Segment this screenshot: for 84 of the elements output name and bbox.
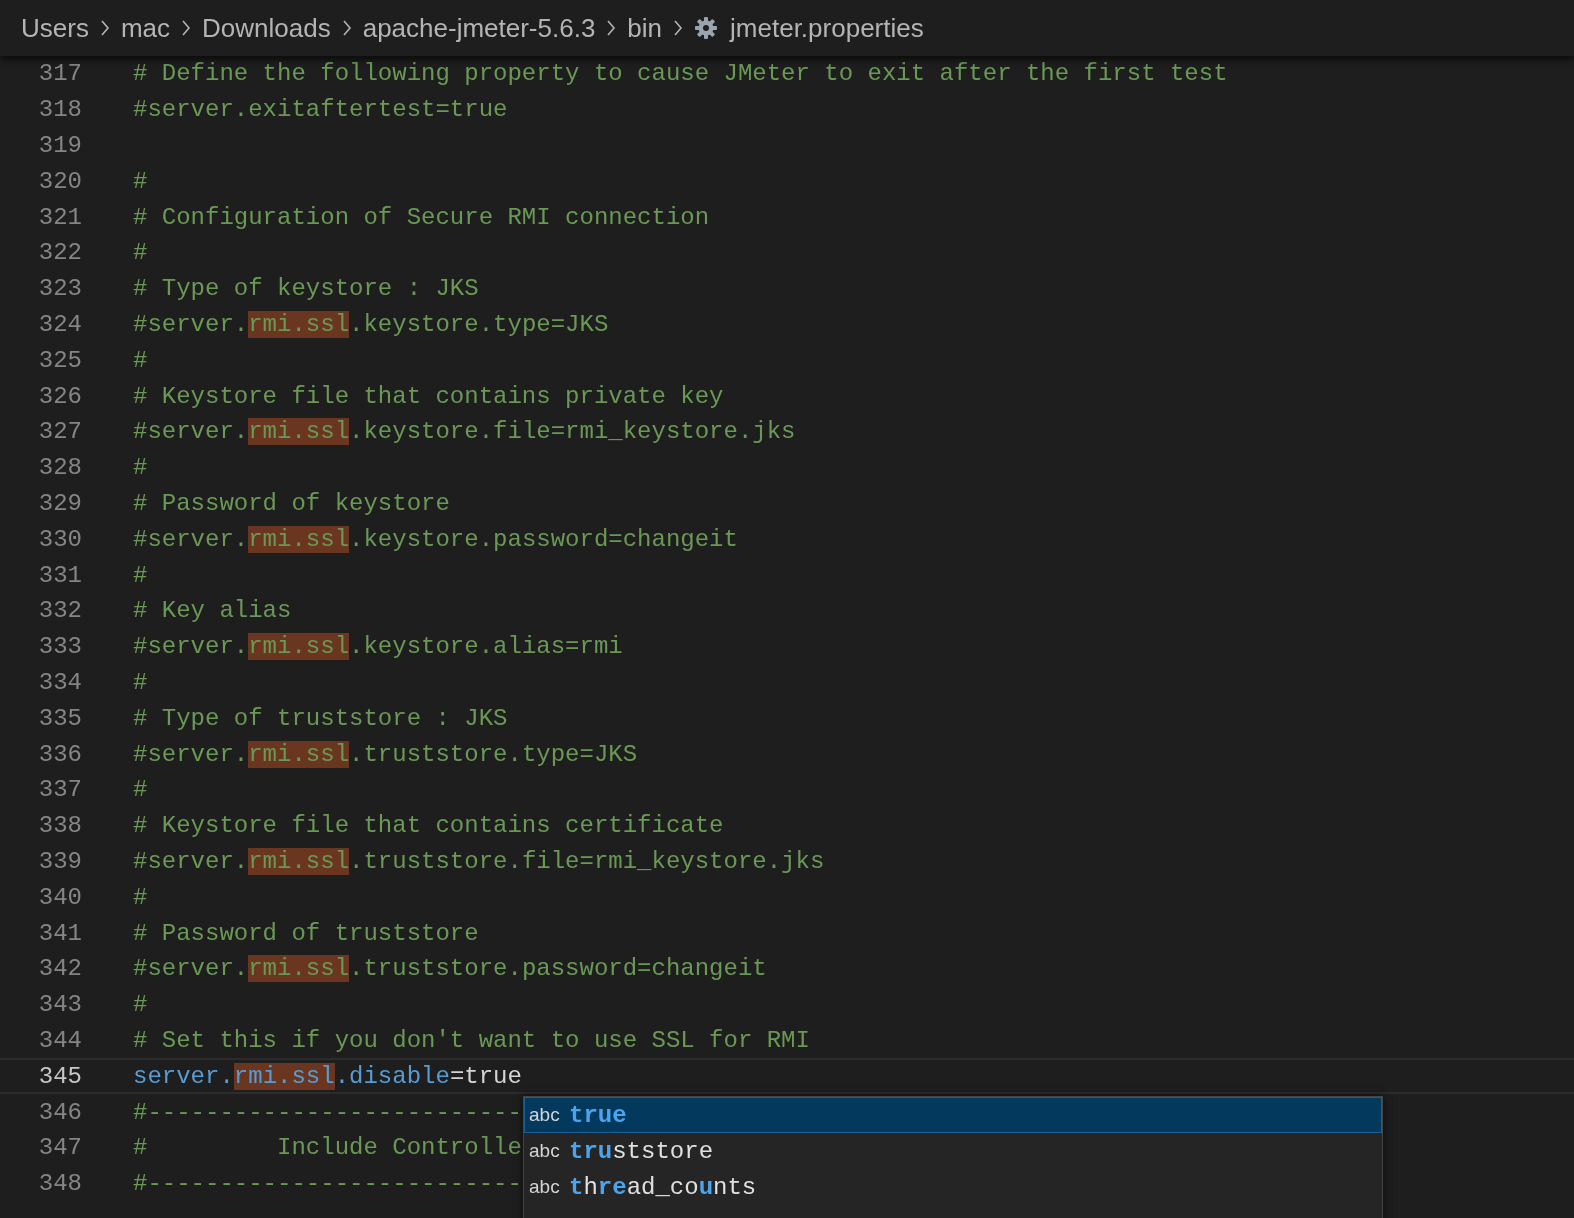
line-number: 325 — [37, 346, 82, 374]
code-line: # — [133, 561, 148, 589]
line-number: 320 — [37, 167, 82, 195]
breadcrumb-item[interactable]: bin — [627, 12, 663, 44]
code-line: # Key alias — [133, 597, 292, 625]
line-number: 334 — [37, 668, 82, 696]
code-line: # — [133, 883, 148, 911]
line-number: 346 — [37, 1098, 82, 1126]
code-line: #server.rmi.ssl.keystore.password=changeit — [133, 525, 738, 553]
suggestion-item[interactable]: abc truststore — [524, 1133, 1382, 1169]
suggestion-item[interactable]: abc true — [524, 1097, 1382, 1133]
code-line: server.rmi.ssl.disable=true — [133, 1062, 522, 1090]
code-line: #server.rmi.ssl.truststore.file=rmi_keystore.jks — [133, 847, 825, 875]
code-line: #-------------------------- — [133, 1098, 522, 1126]
code-line: # Set this if you don't want to use SSL for RMI — [133, 1026, 810, 1054]
code-line: # Password of keystore — [133, 489, 450, 517]
line-number: 335 — [37, 704, 82, 732]
code-line: #server.rmi.ssl.keystore.alias=rmi — [133, 633, 623, 661]
code-line: #server.rmi.ssl.truststore.password=changeit — [133, 955, 767, 983]
code-line: #server.rmi.ssl.keystore.type=JKS — [133, 310, 609, 338]
line-number: 322 — [37, 239, 82, 267]
chevron-icon — [180, 19, 193, 37]
chevron-icon — [98, 19, 111, 37]
line-number: 337 — [37, 776, 82, 804]
line-number: 328 — [37, 454, 82, 482]
suggestion-label: thread_counts — [569, 1173, 757, 1201]
chevron-icon — [340, 19, 353, 37]
code-line: # Configuration of Secure RMI connection — [133, 203, 710, 231]
code-line: # Define the following property to cause JMeter to exit after the first test — [133, 60, 1228, 88]
line-number: 342 — [37, 955, 82, 983]
code-line: #server.rmi.ssl.keystore.file=rmi_keystore.jks — [133, 418, 796, 446]
breadcrumb-item[interactable]: Downloads — [202, 12, 331, 44]
code-line: # — [133, 454, 148, 482]
code-line: # Include Controlle — [133, 1134, 522, 1162]
line-number: 327 — [37, 418, 82, 446]
line-number: 330 — [37, 525, 82, 553]
line-number: 329 — [37, 489, 82, 517]
line-number: 340 — [37, 883, 82, 911]
line-number: 317 — [37, 60, 82, 88]
line-number: 326 — [37, 382, 82, 410]
code-line: # — [133, 776, 148, 804]
chevron-icon — [672, 19, 685, 37]
line-number: 321 — [37, 203, 82, 231]
code-line: # Keystore file that contains certificate — [133, 812, 724, 840]
suggestion-label: truststore — [569, 1137, 714, 1165]
code-line: #-------------------------- — [133, 1170, 522, 1198]
gear-icon — [694, 16, 719, 40]
breadcrumb-item[interactable]: mac — [120, 12, 171, 44]
breadcrumb-item[interactable]: jmeter.properties — [730, 12, 924, 44]
code-line: # — [133, 239, 148, 267]
line-number: 341 — [37, 919, 82, 947]
line-number: 323 — [37, 275, 82, 303]
line-number: 333 — [37, 633, 82, 661]
suggestion-item[interactable]: abc thread_counts — [524, 1169, 1382, 1205]
line-number: 319 — [37, 132, 82, 159]
code-line: # Keystore file that contains private key — [133, 382, 724, 410]
line-number: 336 — [37, 740, 82, 768]
chevron-icon — [605, 19, 618, 37]
text-kind-label: abc — [529, 1104, 561, 1126]
line-number: 344 — [37, 1026, 82, 1054]
line-number: 348 — [37, 1170, 82, 1198]
text-kind-label: abc — [529, 1176, 561, 1198]
code-line: # — [133, 991, 148, 1019]
code-line: # — [133, 668, 148, 696]
breadcrumb-item[interactable]: apache-jmeter-5.6.3 — [362, 12, 596, 44]
code-line: # Type of truststore : JKS — [133, 704, 508, 732]
line-number: 347 — [37, 1134, 82, 1162]
line-number: 332 — [37, 597, 82, 625]
line-number: 345 — [37, 1062, 82, 1090]
text-kind-label: abc — [529, 1140, 561, 1162]
line-number: 324 — [37, 310, 82, 338]
line-number: 339 — [37, 847, 82, 875]
line-number: 318 — [37, 96, 82, 124]
code-line: # — [133, 167, 148, 195]
line-number: 338 — [37, 812, 82, 840]
code-line: #server.rmi.ssl.truststore.type=JKS — [133, 740, 638, 768]
code-line: # Password of truststore — [133, 919, 479, 947]
line-number: 343 — [37, 991, 82, 1019]
code-line: # Type of keystore : JKS — [133, 275, 479, 303]
line-number: 331 — [37, 561, 82, 589]
code-line: # — [133, 346, 148, 374]
suggestion-label: true — [569, 1101, 627, 1129]
code-line: #server.exitaftertest=true — [133, 96, 508, 124]
breadcrumb-item[interactable]: Users — [21, 12, 89, 44]
